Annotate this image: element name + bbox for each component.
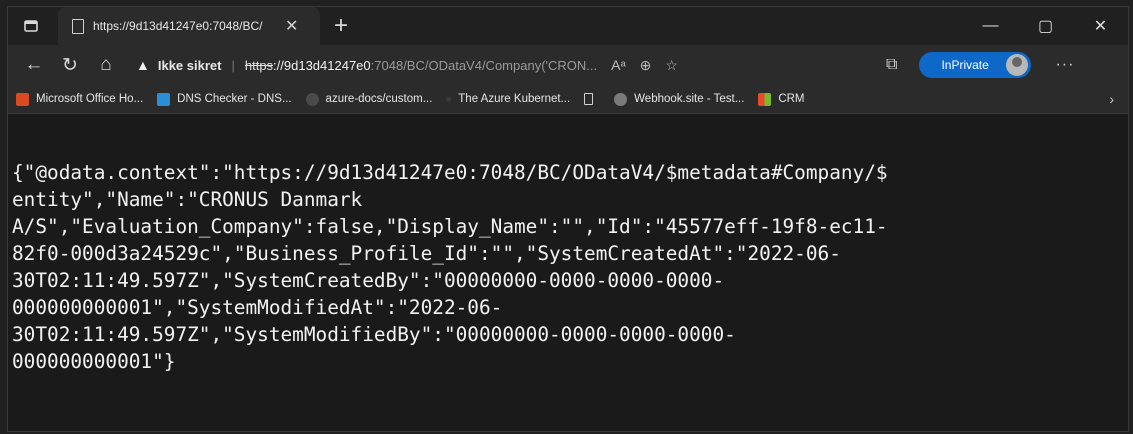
zoom-icon[interactable]: ⊕ bbox=[640, 57, 652, 74]
json-line: 82f0-000d3a24529c","Business_Profile_Id"… bbox=[12, 242, 841, 265]
favorite-webhook-site[interactable]: Webhook.site - Test... bbox=[614, 92, 745, 106]
favorite-star-icon[interactable]: ☆ bbox=[665, 57, 678, 74]
tab-title: https://9d13d41247e0:7048/BC/ bbox=[93, 19, 263, 33]
crm-icon bbox=[758, 92, 772, 106]
url-host: ://9d13d41247e0 bbox=[273, 57, 371, 73]
page-content: {"@odata.context":"https://9d13d41247e0:… bbox=[8, 114, 1128, 431]
browser-window: https://9d13d41247e0:7048/BC/ ✕ + — ▢ ✕ … bbox=[7, 6, 1129, 432]
json-line: 30T02:11:49.597Z","SystemCreatedBy":"000… bbox=[12, 269, 725, 292]
new-tab-button[interactable]: + bbox=[334, 14, 348, 38]
favorite-azure-docs[interactable]: azure-docs/custom... bbox=[305, 92, 433, 106]
json-line: 000000000001"} bbox=[12, 350, 176, 373]
favorite-crm[interactable]: CRM bbox=[758, 92, 805, 106]
home-button[interactable]: ⌂ bbox=[88, 50, 124, 80]
json-line: {"@odata.context":"https://9d13d41247e0:… bbox=[12, 161, 888, 184]
favorite-label: azure-docs/custom... bbox=[325, 93, 433, 105]
chevron-right-icon[interactable]: › bbox=[1109, 91, 1114, 107]
tab-strip: https://9d13d41247e0:7048/BC/ ✕ + — ▢ ✕ bbox=[8, 7, 1128, 45]
office-icon bbox=[16, 92, 29, 106]
favorite-label: DNS Checker - DNS... bbox=[177, 93, 292, 105]
read-aloud-icon[interactable]: Aᵃ bbox=[611, 57, 626, 73]
window-controls: — ▢ ✕ bbox=[963, 7, 1128, 45]
back-button[interactable]: ← bbox=[16, 50, 52, 80]
kubernetes-icon bbox=[446, 96, 452, 102]
page-icon bbox=[584, 93, 594, 105]
inprivate-button[interactable]: InPrivate bbox=[919, 52, 1032, 78]
address-divider: | bbox=[231, 57, 235, 73]
favorite-label: Microsoft Office Ho... bbox=[36, 93, 144, 105]
close-window-button[interactable]: ✕ bbox=[1073, 7, 1128, 45]
url-scheme: https bbox=[244, 57, 274, 73]
maximize-button[interactable]: ▢ bbox=[1018, 7, 1073, 45]
inprivate-label: InPrivate bbox=[941, 58, 989, 72]
json-line: A/S","Evaluation_Company":false,"Display… bbox=[12, 215, 888, 238]
tab-actions-button[interactable] bbox=[8, 7, 54, 45]
browser-tab[interactable]: https://9d13d41247e0:7048/BC/ ✕ bbox=[58, 7, 320, 45]
close-tab-icon[interactable]: ✕ bbox=[285, 16, 298, 36]
dns-checker-icon bbox=[157, 92, 171, 106]
json-response: {"@odata.context":"https://9d13d41247e0:… bbox=[12, 159, 1118, 375]
collections-icon[interactable]: ⧉ bbox=[886, 56, 897, 74]
home-icon: ⌂ bbox=[100, 54, 112, 75]
favorite-label: CRM bbox=[778, 93, 805, 105]
navigation-toolbar: ← ↻ ⌂ ▲ Ikke sikret | https://9d13d41247… bbox=[8, 45, 1128, 85]
favorite-label: The Azure Kubernet... bbox=[458, 93, 571, 105]
favorites-bar: Microsoft Office Ho... DNS Checker - DNS… bbox=[8, 85, 1128, 114]
github-icon bbox=[305, 92, 319, 106]
json-line: 000000000001","SystemModifiedAt":"2022-0… bbox=[12, 296, 503, 319]
warning-icon[interactable]: ▲ bbox=[136, 57, 150, 73]
address-bar[interactable]: ▲ Ikke sikret | https://9d13d41247e0:704… bbox=[136, 50, 866, 80]
tab-actions-icon bbox=[24, 20, 38, 32]
url-path: :7048/BC/ODataV4/Company('CRON... bbox=[370, 57, 598, 73]
webhook-icon bbox=[614, 92, 628, 106]
page-icon bbox=[72, 18, 84, 34]
favorite-label: Webhook.site - Test... bbox=[634, 93, 745, 105]
reload-button[interactable]: ↻ bbox=[52, 50, 88, 80]
minimize-button[interactable]: — bbox=[963, 7, 1018, 45]
favorite-azure-kubernetes[interactable]: The Azure Kubernet... bbox=[446, 93, 570, 105]
more-options-icon[interactable]: ··· bbox=[1055, 56, 1074, 74]
back-arrow-icon: ← bbox=[24, 54, 44, 75]
json-line: entity","Name":"CRONUS Danmark bbox=[12, 188, 363, 211]
favorite-page[interactable] bbox=[584, 93, 600, 105]
profile-avatar bbox=[1006, 54, 1029, 76]
security-status[interactable]: Ikke sikret bbox=[158, 58, 222, 73]
favorite-microsoft-office[interactable]: Microsoft Office Ho... bbox=[16, 92, 144, 106]
json-line: 30T02:11:49.597Z","SystemModifiedBy":"00… bbox=[12, 323, 736, 346]
reload-icon: ↻ bbox=[62, 54, 78, 76]
favorite-dns-checker[interactable]: DNS Checker - DNS... bbox=[157, 92, 292, 106]
